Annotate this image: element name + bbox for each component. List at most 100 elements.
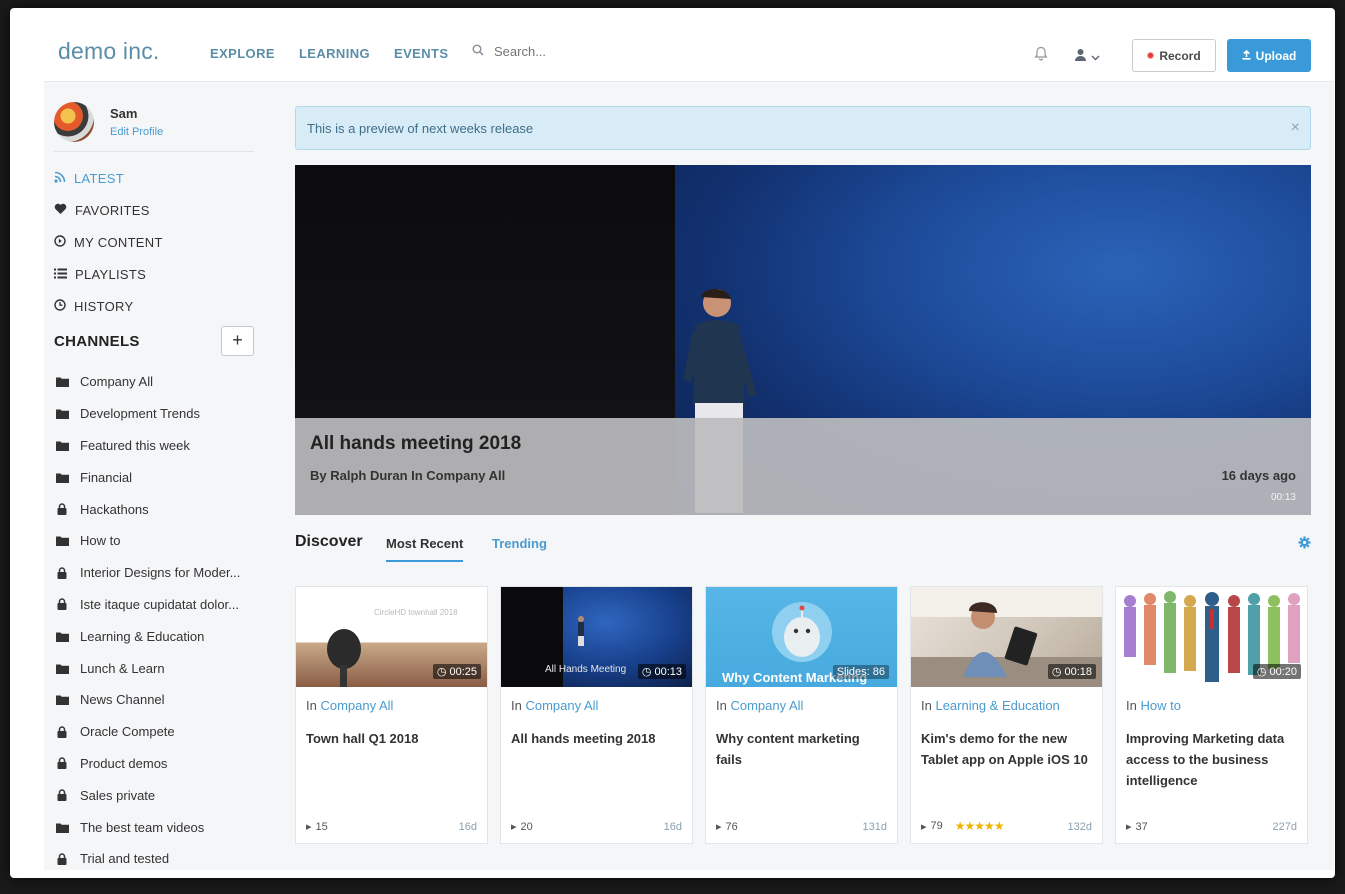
- heart-icon: [54, 203, 67, 218]
- channel-label: Iste itaque cupidatat dolor...: [80, 596, 239, 612]
- channel-label: Development Trends: [80, 406, 200, 422]
- channel-item[interactable]: The best team videos: [54, 811, 269, 843]
- featured-video[interactable]: All hands meeting 2018 By Ralph Duran In…: [295, 165, 1311, 515]
- channel-item[interactable]: Learning & Education: [54, 620, 269, 652]
- tab-most-recent[interactable]: Most Recent: [386, 536, 464, 562]
- views-text: 76: [725, 820, 738, 833]
- menu-item-my-content[interactable]: MY CONTENT: [54, 226, 163, 258]
- user-menu[interactable]: [1074, 48, 1100, 66]
- folder-icon: [54, 440, 70, 451]
- video-card[interactable]: ◷ 00:20 In How to Improving Marketing da…: [1115, 586, 1308, 844]
- video-thumbnail[interactable]: CircleHD townhall 2018 ◷ 00:25: [296, 587, 487, 687]
- views-text: 37: [1135, 820, 1148, 833]
- channel-label: Company All: [80, 374, 153, 390]
- channel-item[interactable]: Interior Designs for Moder...: [54, 557, 269, 589]
- video-card[interactable]: ◷ 00:18 In Learning & Education Kim's de…: [910, 586, 1103, 844]
- view-count: ▸ 20: [511, 820, 533, 834]
- add-channel-button[interactable]: +: [221, 326, 254, 356]
- close-icon[interactable]: ×: [1291, 119, 1300, 137]
- gear-icon[interactable]: [1298, 536, 1311, 554]
- avatar[interactable]: [54, 102, 94, 142]
- menu-item-playlists[interactable]: PLAYLISTS: [54, 258, 163, 290]
- menu-item-history[interactable]: HISTORY: [54, 290, 163, 322]
- record-icon: [1147, 52, 1155, 59]
- app: demo inc. EXPLORE LEARNING EVENTS Record: [44, 22, 1334, 870]
- tab-trending[interactable]: Trending: [492, 536, 547, 551]
- clock-icon: ◷: [1256, 666, 1267, 678]
- channel-item[interactable]: News Channel: [54, 684, 269, 716]
- channel-label: Product demos: [80, 755, 168, 771]
- video-card[interactable]: Why Content Marketing Slides: 86 In Comp…: [705, 586, 898, 844]
- profile-name: Sam: [110, 106, 138, 121]
- card-channel-prefix: In: [716, 698, 727, 713]
- svg-text:All Hands Meeting: All Hands Meeting: [545, 664, 626, 675]
- play-icon: ▸: [921, 820, 927, 833]
- video-thumbnail[interactable]: ◷ 00:18: [911, 587, 1102, 687]
- channel-item[interactable]: How to: [54, 525, 269, 557]
- card-title[interactable]: All hands meeting 2018: [511, 728, 683, 749]
- card-channel-prefix: In: [921, 698, 932, 713]
- card-channel: In How to: [1126, 698, 1181, 713]
- upload-button[interactable]: Upload: [1227, 39, 1311, 72]
- video-thumbnail[interactable]: All Hands Meeting ◷ 00:13: [501, 587, 692, 687]
- card-title[interactable]: Town hall Q1 2018: [306, 728, 478, 749]
- sidebar-menu: LATEST FAVORITES MY CONTENT PLAYLISTS HI…: [54, 162, 163, 322]
- card-age: 131d: [862, 821, 887, 833]
- channel-item[interactable]: Featured this week: [54, 430, 269, 462]
- card-title[interactable]: Kim's demo for the new Tablet app on App…: [921, 728, 1093, 770]
- video-card[interactable]: All Hands Meeting ◷ 00:13 In Company All…: [500, 586, 693, 844]
- card-title[interactable]: Improving Marketing data access to the b…: [1126, 728, 1298, 791]
- svg-text:CircleHD townhall 2018: CircleHD townhall 2018: [374, 608, 458, 617]
- logo[interactable]: demo inc.: [58, 38, 160, 65]
- chevron-down-icon: [1091, 48, 1100, 66]
- channel-item[interactable]: Development Trends: [54, 398, 269, 430]
- channel-item[interactable]: Company All: [54, 366, 269, 398]
- upload-icon: [1242, 49, 1251, 63]
- view-count: ▸ 79 ★★★★★: [921, 819, 1005, 833]
- alert-text: This is a preview of next weeks release: [307, 121, 534, 136]
- card-channel-link[interactable]: Company All: [525, 698, 598, 713]
- channels-title: CHANNELS: [54, 333, 140, 350]
- channel-item[interactable]: Iste itaque cupidatat dolor...: [54, 589, 269, 621]
- channel-item[interactable]: Hackathons: [54, 493, 269, 525]
- views-text: 79: [930, 820, 943, 832]
- upload-label: Upload: [1255, 48, 1297, 63]
- nav-events[interactable]: EVENTS: [394, 46, 448, 61]
- star-rating: ★★★★★: [954, 819, 1005, 833]
- card-channel-link[interactable]: Company All: [730, 698, 803, 713]
- play-icon: ▸: [1126, 821, 1132, 833]
- channel-label: The best team videos: [80, 819, 205, 835]
- card-channel-link[interactable]: Learning & Education: [935, 698, 1059, 713]
- channel-item[interactable]: Trial and tested: [54, 843, 269, 870]
- play-icon: ▸: [306, 821, 312, 833]
- bell-icon[interactable]: [1034, 46, 1048, 66]
- channel-item[interactable]: Product demos: [54, 748, 269, 780]
- menu-label: LATEST: [74, 170, 124, 186]
- record-label: Record: [1159, 48, 1201, 63]
- video-thumbnail[interactable]: Why Content Marketing Slides: 86: [706, 587, 897, 687]
- channel-item[interactable]: Oracle Compete: [54, 716, 269, 748]
- menu-item-favorites[interactable]: FAVORITES: [54, 194, 163, 226]
- search-input[interactable]: [494, 44, 674, 59]
- card-title[interactable]: Why content marketing fails: [716, 728, 888, 770]
- lock-icon: [54, 503, 70, 516]
- hero-duration: 00:13: [1270, 492, 1296, 503]
- clock-icon: ◷: [436, 666, 447, 678]
- channel-label: Lunch & Learn: [80, 660, 165, 676]
- user-icon: [1074, 48, 1087, 66]
- channels-header: CHANNELS +: [54, 326, 254, 356]
- menu-label: PLAYLISTS: [75, 266, 147, 282]
- hero-title[interactable]: All hands meeting 2018: [310, 433, 521, 455]
- menu-item-latest[interactable]: LATEST: [54, 162, 163, 194]
- nav-explore[interactable]: EXPLORE: [210, 46, 275, 61]
- record-button[interactable]: Record: [1132, 39, 1216, 72]
- channel-item[interactable]: Sales private: [54, 779, 269, 811]
- edit-profile-link[interactable]: Edit Profile: [110, 126, 163, 138]
- video-thumbnail[interactable]: ◷ 00:20: [1116, 587, 1307, 687]
- card-channel-link[interactable]: How to: [1140, 698, 1180, 713]
- card-channel-link[interactable]: Company All: [320, 698, 393, 713]
- channel-item[interactable]: Lunch & Learn: [54, 652, 269, 684]
- nav-learning[interactable]: LEARNING: [299, 46, 370, 61]
- video-card[interactable]: CircleHD townhall 2018 ◷ 00:25 In Compan…: [295, 586, 488, 844]
- channel-item[interactable]: Financial: [54, 461, 269, 493]
